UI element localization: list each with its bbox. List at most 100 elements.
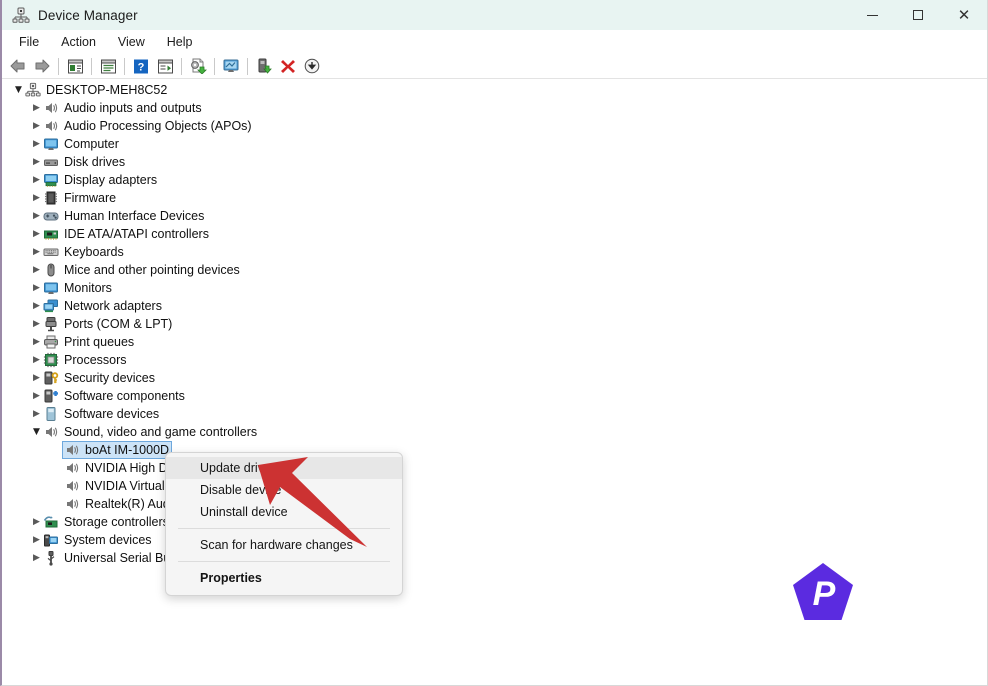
- speaker-icon: [43, 424, 59, 440]
- menu-file[interactable]: File: [8, 33, 50, 51]
- chevron-right-icon[interactable]: ▶: [30, 153, 43, 171]
- menu-view[interactable]: View: [107, 33, 156, 51]
- printer-icon: [43, 334, 59, 350]
- tree-item-keyboards[interactable]: ▶ Keyboards: [4, 243, 986, 261]
- tree-item-label: Keyboards: [64, 245, 124, 259]
- chevron-right-icon[interactable]: ▶: [30, 189, 43, 207]
- tree-item-network-adapters[interactable]: ▶ Network adapters: [4, 297, 986, 315]
- tree-item-security-devices[interactable]: ▶ Security devices: [4, 369, 986, 387]
- show-hide-action-pane-button[interactable]: [153, 55, 177, 77]
- maximize-button[interactable]: [895, 0, 941, 30]
- uninstall-device-button[interactable]: [276, 55, 300, 77]
- chevron-right-icon[interactable]: ▶: [30, 135, 43, 153]
- properties-button[interactable]: [96, 55, 120, 77]
- tree-item-label: Computer: [64, 137, 119, 151]
- tree-item-display-adapters[interactable]: ▶ Display adapters: [4, 171, 986, 189]
- tree-item-ide-ata-atapi-controllers[interactable]: ▶ IDE ATA/ATAPI controllers: [4, 225, 986, 243]
- tree-item-human-interface-devices[interactable]: ▶ Human Interface Devices: [4, 207, 986, 225]
- speaker-icon: [43, 118, 59, 134]
- tree-item-firmware[interactable]: ▶ Firmware: [4, 189, 986, 207]
- chevron-right-icon[interactable]: ▶: [30, 315, 43, 333]
- chevron-right-icon[interactable]: ▶: [30, 531, 43, 549]
- ctx-disable-device[interactable]: Disable device: [166, 479, 402, 501]
- chevron-right-icon[interactable]: ▶: [30, 279, 43, 297]
- chevron-right-icon[interactable]: ▶: [30, 333, 43, 351]
- forward-arrow-icon: [35, 59, 50, 73]
- red-x-icon: [281, 60, 295, 73]
- tree-item-label: Monitors: [64, 281, 112, 295]
- window-controls: ✕: [849, 0, 987, 30]
- tree-item-audio-processing-objects[interactable]: ▶ Audio Processing Objects (APOs): [4, 117, 986, 135]
- tree-item-disk-drives[interactable]: ▶ Disk drives: [4, 153, 986, 171]
- chevron-down-icon[interactable]: ▼: [12, 81, 25, 99]
- ctx-uninstall-device[interactable]: Uninstall device: [166, 501, 402, 523]
- tree-item-mice-and-other-pointing-devices[interactable]: ▶ Mice and other pointing devices: [4, 261, 986, 279]
- chevron-right-icon[interactable]: ▶: [30, 99, 43, 117]
- tree-item-label: Processors: [64, 353, 127, 367]
- tree-item-storage-controllers[interactable]: ▶ Storage controllers: [4, 513, 986, 531]
- tree-item-label: Realtek(R) Aud: [85, 497, 170, 511]
- console-tree-icon: [67, 59, 83, 73]
- action-pane-icon: [157, 59, 173, 73]
- tree-item-sound-video-and-game-controllers[interactable]: ▼ Sound, video and game controllers: [4, 423, 986, 441]
- firmware-chip-icon: [43, 190, 59, 206]
- ide-controller-icon: [43, 226, 59, 242]
- chevron-right-icon[interactable]: ▶: [30, 513, 43, 531]
- device-manager-window: Device Manager ✕ File Action View Help ?…: [0, 0, 988, 686]
- chevron-right-icon[interactable]: ▶: [30, 261, 43, 279]
- menu-help[interactable]: Help: [156, 33, 204, 51]
- tree-item-nvidia-virtual[interactable]: NVIDIA Virtual: [4, 477, 986, 495]
- tree-item-boat-im-1000d[interactable]: boAt IM-1000D: [4, 441, 986, 459]
- tree-item-label: Security devices: [64, 371, 156, 385]
- chevron-right-icon[interactable]: ▶: [30, 405, 43, 423]
- tree-item-realtek-audio[interactable]: Realtek(R) Aud: [4, 495, 986, 513]
- tree-root-item[interactable]: ▼ DESKTOP-MEH8C52: [4, 81, 986, 99]
- tree-item-label: Print queues: [64, 335, 135, 349]
- gamepad-icon: [43, 208, 59, 224]
- forward-button[interactable]: [30, 55, 54, 77]
- tree-item-label: Human Interface Devices: [64, 209, 205, 223]
- device-context-menu[interactable]: Update driver Disable device Uninstall d…: [165, 452, 403, 596]
- chevron-right-icon[interactable]: ▶: [30, 387, 43, 405]
- menu-action[interactable]: Action: [50, 33, 107, 51]
- window-title: Device Manager: [38, 7, 138, 23]
- network-adapter-icon: [43, 298, 59, 314]
- chevron-right-icon[interactable]: ▶: [30, 171, 43, 189]
- minimize-button[interactable]: [849, 0, 895, 30]
- enable-device-button[interactable]: [252, 55, 276, 77]
- chevron-right-icon[interactable]: ▶: [30, 351, 43, 369]
- chevron-right-icon[interactable]: ▶: [30, 225, 43, 243]
- chevron-right-icon[interactable]: ▶: [30, 207, 43, 225]
- tree-item-system-devices[interactable]: ▶ System devices: [4, 531, 986, 549]
- back-arrow-icon: [10, 59, 25, 73]
- chevron-right-icon[interactable]: ▶: [30, 297, 43, 315]
- show-hide-console-tree-button[interactable]: [63, 55, 87, 77]
- ctx-properties[interactable]: Properties: [166, 567, 402, 589]
- update-driver-button[interactable]: [186, 55, 210, 77]
- tree-item-processors[interactable]: ▶ Processors: [4, 351, 986, 369]
- disable-device-button[interactable]: [300, 55, 324, 77]
- ctx-scan-hardware-changes[interactable]: Scan for hardware changes: [166, 534, 402, 556]
- tree-item-ports-com-lpt[interactable]: ▶ Ports (COM & LPT): [4, 315, 986, 333]
- tree-item-computer[interactable]: ▶ Computer: [4, 135, 986, 153]
- close-button[interactable]: ✕: [941, 0, 987, 30]
- scan-hardware-changes-button[interactable]: [219, 55, 243, 77]
- help-button[interactable]: ?: [129, 55, 153, 77]
- tree-item-label: Software components: [64, 389, 185, 403]
- tree-item-software-devices[interactable]: ▶ Software devices: [4, 405, 986, 423]
- chevron-right-icon[interactable]: ▶: [30, 369, 43, 387]
- tree-item-software-components[interactable]: ▶ Software components: [4, 387, 986, 405]
- monitor-icon: [43, 136, 59, 152]
- tree-item-monitors[interactable]: ▶ Monitors: [4, 279, 986, 297]
- back-button[interactable]: [6, 55, 30, 77]
- tree-item-print-queues[interactable]: ▶ Print queues: [4, 333, 986, 351]
- chevron-right-icon[interactable]: ▶: [30, 243, 43, 261]
- tree-item-nvidia-high-d[interactable]: NVIDIA High D: [4, 459, 986, 477]
- chevron-right-icon[interactable]: ▶: [30, 549, 43, 567]
- chevron-down-icon[interactable]: ▼: [30, 423, 43, 441]
- scan-monitor-icon: [223, 59, 239, 72]
- tree-item-label: Ports (COM & LPT): [64, 317, 173, 331]
- chevron-right-icon[interactable]: ▶: [30, 117, 43, 135]
- tree-item-audio-inputs-and-outputs[interactable]: ▶ Audio inputs and outputs: [4, 99, 986, 117]
- ctx-update-driver[interactable]: Update driver: [166, 457, 402, 479]
